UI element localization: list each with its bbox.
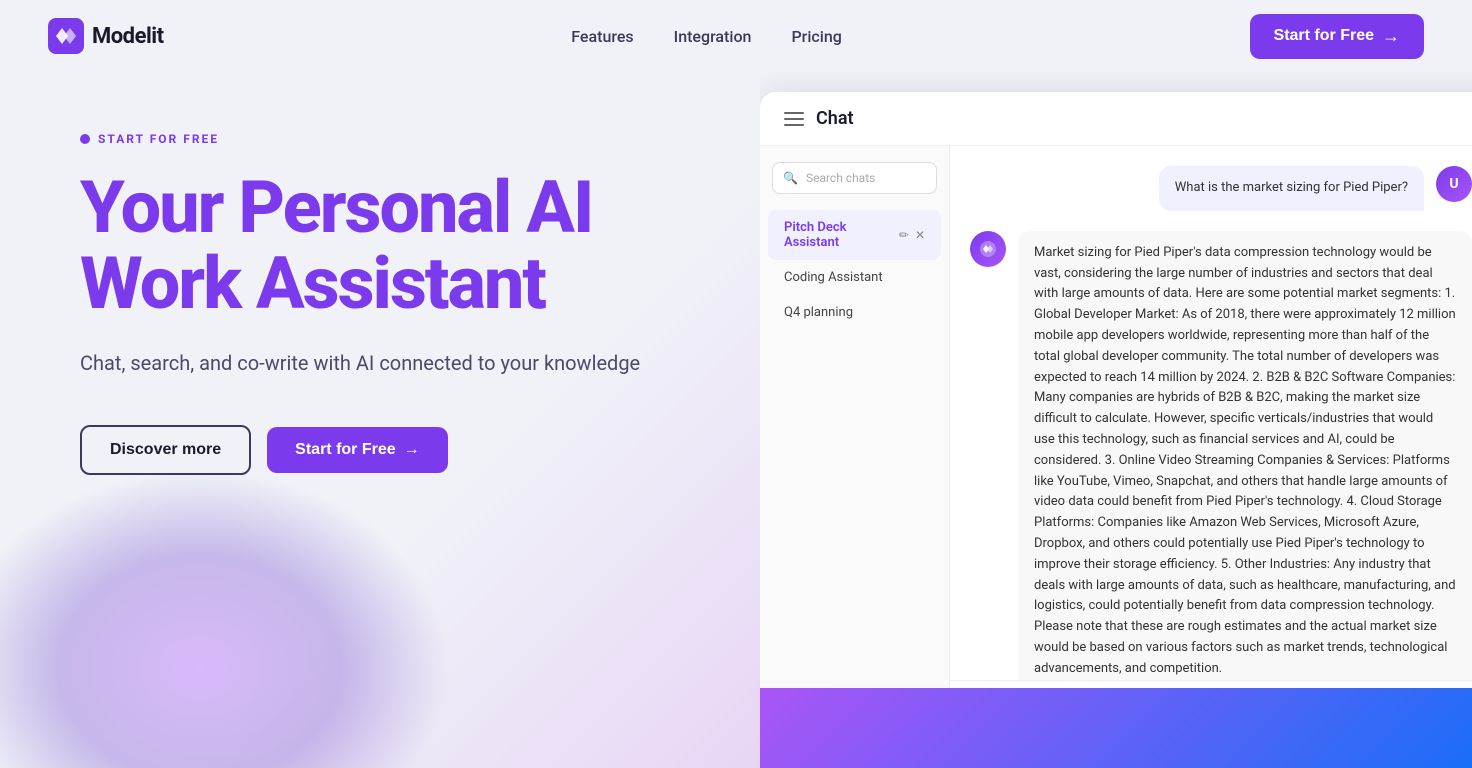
logo[interactable]: Modelit <box>48 18 164 54</box>
hero-section: START FOR FREE Your Personal AI Work Ass… <box>0 72 1472 768</box>
close-chat-button[interactable]: ✕ <box>915 228 925 242</box>
ai-message-text: Market sizing for Pied Piper's data comp… <box>1034 245 1456 676</box>
hero-left: START FOR FREE Your Personal AI Work Ass… <box>0 72 760 768</box>
start-dot-icon <box>80 134 90 144</box>
chat-sidebar: 🔍 Search chats Pitch Deck Assistant ✏ ✕ … <box>760 146 950 768</box>
discover-more-button[interactable]: Discover more <box>80 425 251 475</box>
ai-message: Market sizing for Pied Piper's data comp… <box>970 231 1472 680</box>
sidebar-item-q4[interactable]: Q4 planning <box>768 295 941 330</box>
hero-right: Chat Pitch Deck Assistant 🔍 Search chats… <box>760 72 1472 768</box>
search-placeholder: Search chats <box>806 171 875 185</box>
user-message: U What is the market sizing for Pied Pip… <box>970 166 1472 211</box>
sidebar-item-label: Pitch Deck Assistant <box>784 220 899 250</box>
sidebar-item-coding[interactable]: Coding Assistant <box>768 260 941 295</box>
chat-messages: U What is the market sizing for Pied Pip… <box>950 146 1472 680</box>
sidebar-item-pitch-deck[interactable]: Pitch Deck Assistant ✏ ✕ <box>768 210 941 260</box>
sidebar-item-label: Q4 planning <box>784 305 853 320</box>
hero-buttons: Discover more Start for Free → <box>80 425 700 475</box>
search-icon: 🔍 <box>783 171 798 185</box>
logo-text: Modelit <box>92 24 164 49</box>
navbar: Modelit Features Integration Pricing Sta… <box>0 0 1472 72</box>
chat-main: U What is the market sizing for Pied Pip… <box>950 146 1472 768</box>
start-free-button[interactable]: Start for Free → <box>267 427 447 473</box>
start-badge: START FOR FREE <box>80 132 700 146</box>
ai-avatar <box>970 231 1006 267</box>
nav-features[interactable]: Features <box>571 27 633 46</box>
sidebar-item-label: Coding Assistant <box>784 270 883 285</box>
user-avatar: U <box>1436 166 1472 202</box>
sidebar-item-actions: ✏ ✕ <box>899 228 925 242</box>
chat-body: 🔍 Search chats Pitch Deck Assistant ✏ ✕ … <box>760 146 1472 768</box>
nav-cta-button[interactable]: Start for Free → <box>1250 14 1424 59</box>
hero-title: Your Personal AI Work Assistant <box>80 170 700 321</box>
start-free-arrow-icon: → <box>404 441 420 459</box>
hero-title-line2: Work Assistant <box>80 241 545 326</box>
start-free-label: Start for Free <box>295 441 395 459</box>
user-message-text: What is the market sizing for Pied Piper… <box>1175 180 1408 195</box>
start-badge-text: START FOR FREE <box>98 132 219 146</box>
chat-title: Chat <box>816 108 854 129</box>
logo-icon <box>48 18 84 54</box>
search-box[interactable]: 🔍 Search chats <box>772 162 937 194</box>
nav-integration[interactable]: Integration <box>674 27 752 46</box>
nav-pricing[interactable]: Pricing <box>791 27 841 46</box>
nav-cta-label: Start for Free <box>1274 27 1374 45</box>
hero-title-line1: Your Personal AI <box>80 165 592 250</box>
chat-header: Chat Pitch Deck Assistant <box>760 92 1472 146</box>
hamburger-menu-icon[interactable] <box>784 112 804 126</box>
chat-header-left: Chat <box>784 108 854 129</box>
nav-links: Features Integration Pricing <box>571 27 842 46</box>
nav-cta-arrow-icon: → <box>1382 26 1400 47</box>
user-message-bubble: What is the market sizing for Pied Piper… <box>1159 166 1424 211</box>
hero-subtitle: Chat, search, and co-write with AI conne… <box>80 349 700 377</box>
chat-window: Chat Pitch Deck Assistant 🔍 Search chats… <box>760 92 1472 768</box>
edit-chat-button[interactable]: ✏ <box>899 228 909 242</box>
ai-message-bubble: Market sizing for Pied Piper's data comp… <box>1018 231 1472 680</box>
